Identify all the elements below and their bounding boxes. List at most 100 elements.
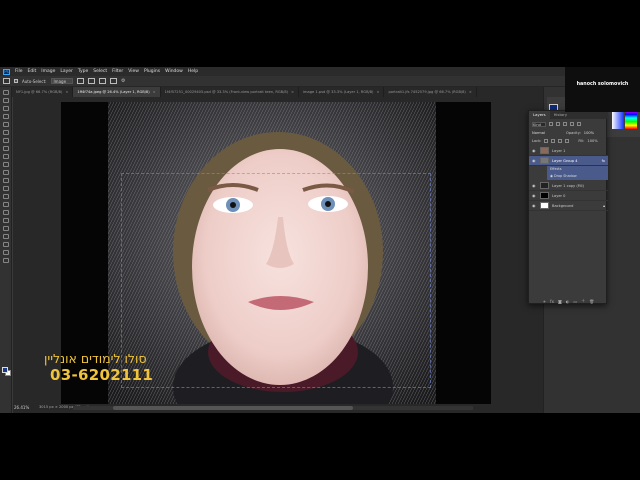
- add-mask-icon[interactable]: ◙: [558, 299, 562, 304]
- menu-edit[interactable]: Edit: [28, 67, 37, 76]
- filter-type-icon[interactable]: [563, 122, 567, 126]
- blend-mode-dropdown[interactable]: Normal: [532, 131, 545, 135]
- lock-transparency-icon[interactable]: [544, 139, 549, 143]
- layer-row[interactable]: ◉ Layer 1 copy (Fill): [529, 181, 608, 191]
- close-icon[interactable]: ×: [153, 90, 156, 94]
- adjustment-layer-icon[interactable]: ◐: [566, 299, 570, 304]
- eye-icon[interactable]: ◉: [532, 183, 537, 188]
- menu-layer[interactable]: Layer: [60, 67, 73, 76]
- lock-all-icon[interactable]: [565, 139, 570, 143]
- object-select-tool-icon[interactable]: [2, 114, 9, 119]
- blur-tool-icon[interactable]: [2, 194, 9, 199]
- brush-tool-icon[interactable]: [2, 154, 9, 159]
- menu-view[interactable]: View: [128, 67, 139, 76]
- transform-controls-icon[interactable]: [77, 78, 85, 84]
- menu-select[interactable]: Select: [93, 67, 107, 76]
- eye-icon[interactable]: ◉: [532, 158, 537, 163]
- close-icon[interactable]: ×: [291, 90, 294, 94]
- filter-shape-icon[interactable]: [570, 122, 574, 126]
- fill-field[interactable]: 100%: [587, 139, 597, 143]
- crop-tool-icon[interactable]: [2, 122, 9, 127]
- lasso-tool-icon[interactable]: [2, 106, 9, 111]
- delete-layer-icon[interactable]: 🗑︎: [589, 299, 594, 304]
- auto-select-label: Auto-Select:: [22, 78, 47, 84]
- drop-shadow-row[interactable]: ◉ Drop Shadow: [547, 173, 608, 180]
- move-tool-icon[interactable]: [3, 78, 10, 84]
- pen-tool-icon[interactable]: [2, 210, 9, 215]
- layer-row-selected[interactable]: ◉ Layer Group 4 fx: [529, 156, 608, 166]
- menu-file[interactable]: File: [15, 67, 23, 76]
- layer-name[interactable]: Layer 1: [552, 149, 565, 153]
- tab-document-3[interactable]: 1f4f57251_00029405.psd @ 33.3% (Front-vi…: [161, 87, 300, 97]
- horizontal-scrollbar[interactable]: [73, 406, 473, 410]
- menu-plugins[interactable]: Plugins: [144, 67, 160, 76]
- edit-toolbar-icon[interactable]: [2, 258, 9, 263]
- zoom-tool-icon[interactable]: [2, 250, 9, 255]
- link-layers-icon[interactable]: ⚭: [543, 299, 546, 304]
- clone-stamp-tool-icon[interactable]: [2, 162, 9, 167]
- frame-tool-icon[interactable]: [2, 130, 9, 135]
- tab-document-4[interactable]: image 1.psd @ 33.3% (Layer 1, RGB/8) ×: [299, 87, 385, 97]
- opacity-field[interactable]: 100%: [584, 131, 594, 135]
- filter-pixel-icon[interactable]: [549, 122, 553, 126]
- marquee-tool-icon[interactable]: [2, 98, 9, 103]
- move-tool-icon[interactable]: [2, 90, 9, 95]
- layer-row[interactable]: ◉ Layer 1: [529, 146, 608, 156]
- lock-pixels-icon[interactable]: [551, 139, 556, 143]
- eye-icon[interactable]: ◉: [532, 193, 537, 198]
- foreground-color-swatch[interactable]: [2, 367, 8, 373]
- layer-name[interactable]: Background: [552, 204, 573, 208]
- menu-help[interactable]: Help: [188, 67, 198, 76]
- close-icon[interactable]: ×: [469, 90, 472, 94]
- add-style-icon[interactable]: fx: [550, 299, 554, 304]
- eye-icon[interactable]: ◉: [532, 203, 537, 208]
- menu-filter[interactable]: Filter: [112, 67, 123, 76]
- dodge-tool-icon[interactable]: [2, 202, 9, 207]
- eyedropper-tool-icon[interactable]: [2, 138, 9, 143]
- eraser-tool-icon[interactable]: [2, 178, 9, 183]
- auto-select-dropdown[interactable]: Image: [50, 78, 74, 84]
- layer-row[interactable]: ◉ Layer 0: [529, 191, 608, 201]
- effects-row[interactable]: Effects: [547, 166, 608, 173]
- lock-position-icon[interactable]: [558, 139, 563, 143]
- zoom-level[interactable]: 26.41%: [14, 405, 29, 410]
- tab-layers[interactable]: Layers: [529, 111, 550, 119]
- hand-tool-icon[interactable]: [2, 242, 9, 247]
- align-left-icon[interactable]: [88, 78, 96, 84]
- menu-type[interactable]: Type: [78, 67, 88, 76]
- transform-bounding-box[interactable]: [121, 173, 431, 388]
- history-brush-tool-icon[interactable]: [2, 170, 9, 175]
- layer-name[interactable]: Layer 0: [552, 194, 565, 198]
- layer-row[interactable]: ◉ Background 🔒︎: [529, 201, 608, 211]
- filter-adjustment-icon[interactable]: [556, 122, 560, 126]
- close-icon[interactable]: ×: [376, 90, 379, 94]
- align-right-icon[interactable]: [110, 78, 118, 84]
- gradient-tool-icon[interactable]: [2, 186, 9, 191]
- tab-document-1[interactable]: NY1.jpg @ 66.7% (RGB/8) ×: [12, 87, 74, 97]
- tab-history[interactable]: History: [550, 111, 572, 119]
- photoshop-logo-icon[interactable]: Ps: [3, 68, 10, 75]
- menu-bar: Ps File Edit Image Layer Type Select Fil…: [0, 67, 565, 76]
- type-tool-icon[interactable]: [2, 218, 9, 223]
- filter-smart-object-icon[interactable]: [577, 122, 581, 126]
- new-group-icon[interactable]: ▭: [573, 299, 577, 304]
- tab-document-2[interactable]: 1ff4f74a.jpeg @ 26.4% (Layer 1, RGB/8) ×: [73, 87, 161, 97]
- more-options-icon[interactable]: ⚙: [121, 78, 125, 84]
- align-center-icon[interactable]: [99, 78, 107, 84]
- layer-name[interactable]: Layer Group 4: [552, 159, 578, 163]
- tab-document-5[interactable]: portrait1.jfs 7452579.jpg @ 66.7% (RGB/8…: [384, 87, 477, 97]
- menu-window[interactable]: Window: [165, 67, 183, 76]
- eye-icon[interactable]: ◉: [532, 148, 537, 153]
- scrollbar-thumb[interactable]: [113, 406, 353, 410]
- menu-image[interactable]: Image: [41, 67, 55, 76]
- layer-name[interactable]: Layer 1 copy (Fill): [552, 184, 584, 188]
- auto-select-checkbox[interactable]: [14, 79, 18, 83]
- kind-filter-dropdown[interactable]: Kind: [532, 121, 546, 127]
- path-select-tool-icon[interactable]: [2, 226, 9, 231]
- shape-tool-icon[interactable]: [2, 234, 9, 239]
- fx-icon[interactable]: fx: [602, 159, 605, 163]
- healing-brush-tool-icon[interactable]: [2, 146, 9, 151]
- layer-thumbnail: [540, 157, 549, 164]
- new-layer-icon[interactable]: ＋: [581, 298, 585, 304]
- close-icon[interactable]: ×: [65, 90, 68, 94]
